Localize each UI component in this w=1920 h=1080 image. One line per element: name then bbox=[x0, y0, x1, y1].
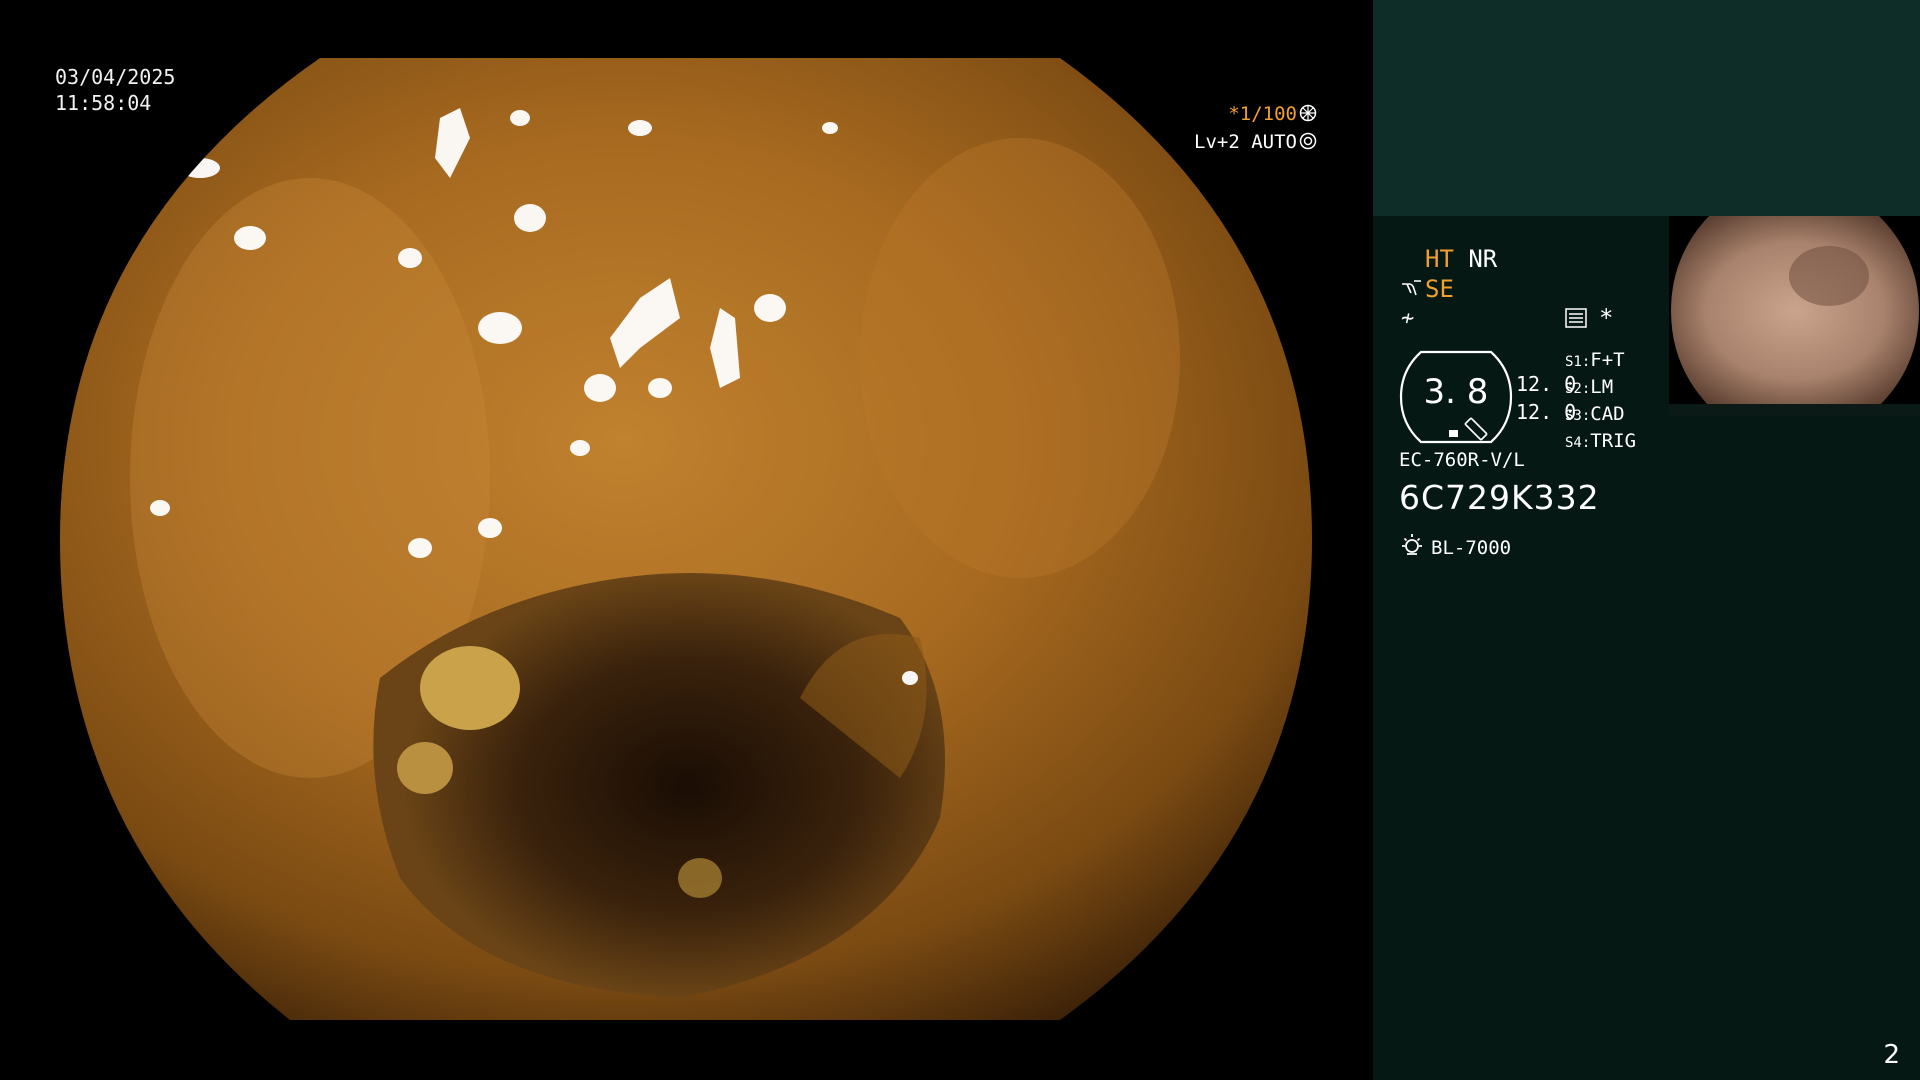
scope-serial: 6C729K332 bbox=[1399, 478, 1600, 517]
time-text: 11:58:04 bbox=[55, 91, 152, 115]
nr-indicator: NR bbox=[1468, 245, 1498, 273]
exposure-readout: *1/100 Lv+2 AUTO bbox=[1194, 100, 1317, 156]
star-indicator: * bbox=[1599, 304, 1614, 332]
endoscopic-image bbox=[60, 58, 1312, 1020]
iris-icon bbox=[1299, 130, 1317, 150]
thumbnail-image[interactable] bbox=[1669, 216, 1920, 416]
light-bulb-icon bbox=[1399, 532, 1425, 563]
page-number: 2 bbox=[1883, 1040, 1900, 1070]
switch-4: S4:TRIG bbox=[1565, 430, 1637, 452]
f-symbol: ≁ bbox=[1401, 306, 1415, 331]
switch-2: S2:LM bbox=[1565, 376, 1614, 398]
endoscope-view-area: 03/04/2025 11:58:04 *1/100 Lv+2 AUTO bbox=[0, 0, 1373, 1080]
switch-1: S1:F+T bbox=[1565, 349, 1625, 371]
panel-header-area bbox=[1373, 0, 1920, 216]
memo-icon bbox=[1565, 308, 1587, 328]
gauge-value: 3. 8 bbox=[1423, 372, 1489, 412]
date-text: 03/04/2025 bbox=[55, 65, 176, 89]
level-text: Lv+2 AUTO bbox=[1194, 131, 1297, 153]
scope-model: EC-760R-V/L bbox=[1399, 449, 1525, 471]
enhancement-icon bbox=[1401, 274, 1423, 304]
se-indicator: SE bbox=[1425, 275, 1454, 303]
shutter-speed-text: *1/100 bbox=[1228, 103, 1297, 125]
status-panel: HT NR SE ≁ * 3. 8 12. 0 12. 0 S1:F+T S2:… bbox=[1373, 0, 1920, 1080]
light-source-line: BL-7000 bbox=[1399, 532, 1511, 563]
date-time-readout: 03/04/2025 11:58:04 bbox=[55, 64, 175, 116]
thumbnail-status-bar bbox=[1669, 404, 1920, 416]
switch-assignments: S1:F+T S2:LM S3:CAD S4:TRIG bbox=[1565, 348, 1636, 456]
switch-3: S3:CAD bbox=[1565, 403, 1625, 425]
image-mode-line: HT NR bbox=[1425, 244, 1497, 274]
structure-enhancement-line: SE bbox=[1401, 274, 1454, 304]
shutter-icon bbox=[1299, 102, 1317, 122]
ht-indicator: HT bbox=[1425, 245, 1454, 273]
light-source-model: BL-7000 bbox=[1431, 536, 1512, 559]
